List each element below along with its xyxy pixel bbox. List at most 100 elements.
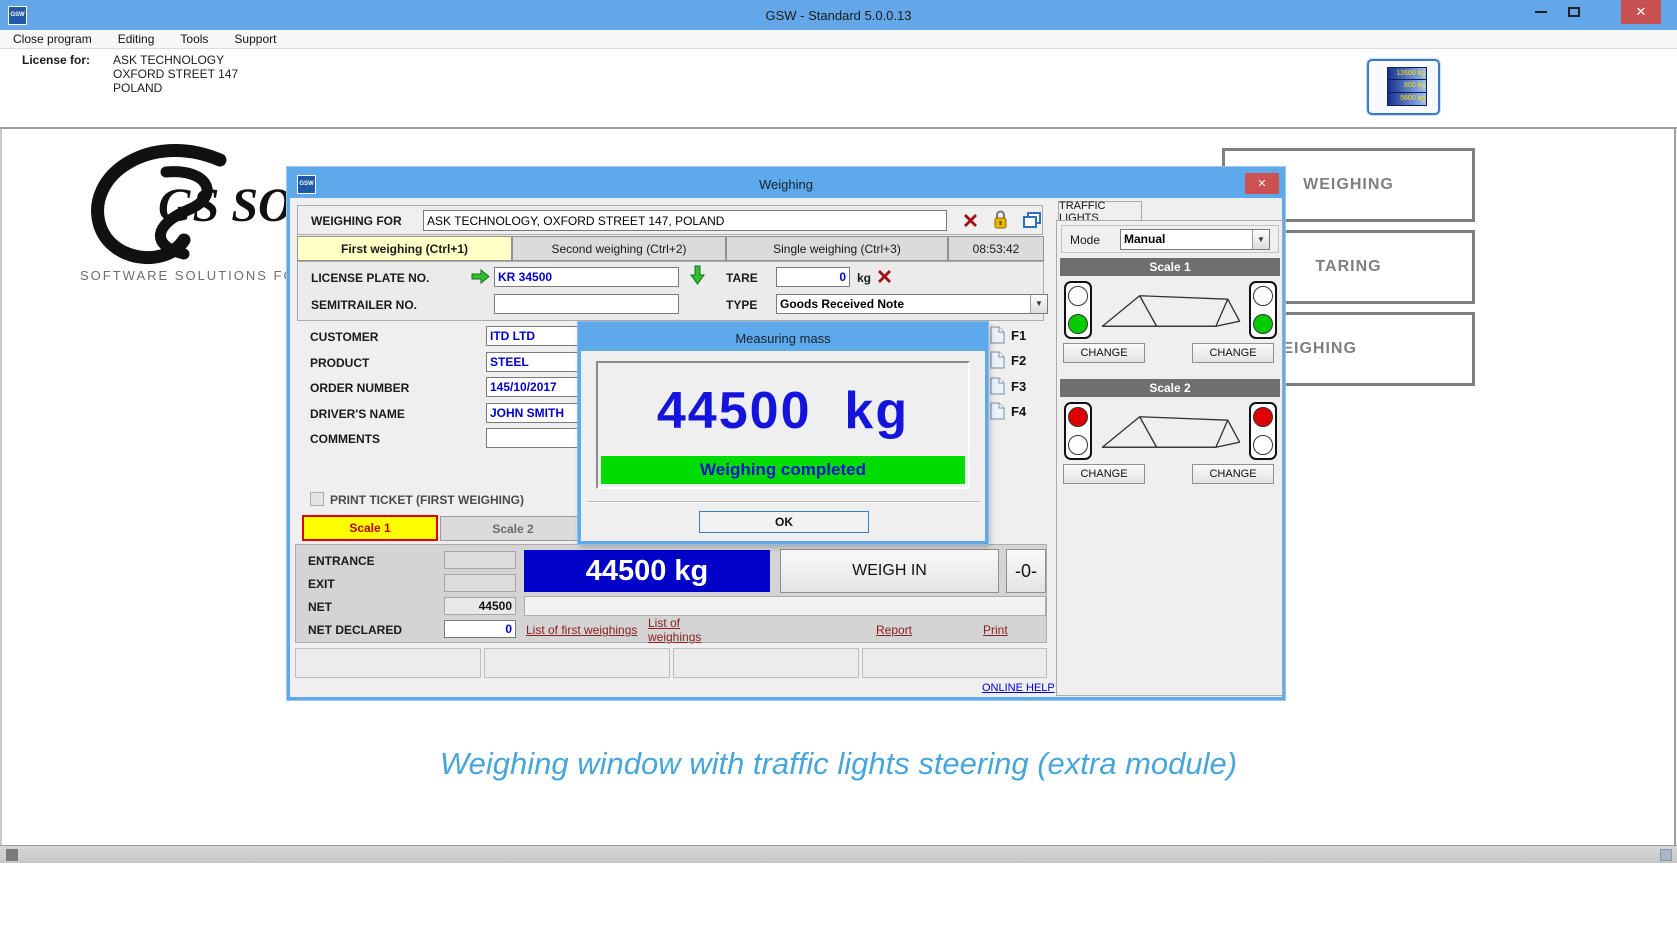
print-ticket-label: PRINT TICKET (FIRST WEIGHING) [330,493,524,507]
license-line-2: OXFORD STREET 147 [113,67,238,81]
desktop: GSW GSW - Standard 5.0.0.13 ✕ Close prog… [0,0,1677,929]
mode-select[interactable]: Manual ▼ [1120,229,1270,250]
tare-label: TARE [726,271,758,285]
tare-input[interactable] [776,267,850,287]
net-label: NET [308,600,332,614]
license-plate-label: LICENSE PLATE NO. [311,271,429,285]
traffic-lights-panel: Mode Manual ▼ Scale 1 [1056,220,1283,696]
scale-1-left-top-lamp [1068,286,1088,306]
traffic-lights-tab[interactable]: TRAFFIC LIGHTS [1058,201,1142,221]
weighing-dialog-titlebar[interactable]: GSW Weighing ✕ [290,170,1282,198]
measuring-mass-dialog: Measuring mass 44500 kg Weighing complet… [578,322,988,544]
type-dropdown-arrow-icon[interactable]: ▼ [1030,295,1047,313]
measuring-dialog-title: Measuring mass [581,331,985,346]
fkey-f2[interactable]: F2 [990,351,1026,369]
scale-2-left-traffic-light [1064,402,1092,460]
clear-tare-icon[interactable] [876,268,893,285]
menu-support[interactable]: Support [234,32,276,46]
scale-2-right-traffic-light [1249,402,1277,460]
type-label: TYPE [726,298,757,312]
dialog-divider [587,501,979,503]
caption-text: Weighing window with traffic lights stee… [0,746,1677,782]
minimize-icon[interactable] [1526,0,1556,24]
scale-2-change-right-button[interactable]: CHANGE [1192,464,1274,484]
measured-mass-panel: 44500 kg Weighing completed [596,361,970,489]
weigh-in-button[interactable]: WEIGH IN [780,549,999,593]
semitrailer-input[interactable] [494,294,679,314]
blank-function-button-1[interactable] [295,648,481,678]
scale-2-right-top-lamp [1253,407,1273,427]
report-link[interactable]: Report [876,623,912,637]
live-mass-display: 44500 kg [524,550,770,592]
mode-dropdown-arrow-icon[interactable]: ▼ [1252,230,1269,249]
scale-1-left-bottom-lamp [1068,314,1088,334]
net-declared-input[interactable] [444,620,516,638]
scale-2-change-left-button[interactable]: CHANGE [1063,464,1145,484]
ok-button[interactable]: OK [699,511,869,533]
measuring-dialog-titlebar[interactable]: Measuring mass [581,325,985,351]
scale-1-change-right-button[interactable]: CHANGE [1192,343,1274,363]
menu-close-program[interactable]: Close program [13,32,92,46]
fkey-f1[interactable]: F1 [990,326,1026,344]
document-icon [990,351,1005,369]
tab-scale-1[interactable]: Scale 1 [302,515,438,541]
list-of-first-weighings-link[interactable]: List of first weighings [526,623,637,637]
tab-single-weighing[interactable]: Single weighing (Ctrl+3) [726,236,948,261]
menu-tools[interactable]: Tools [180,32,208,46]
lock-icon[interactable] [993,209,1008,231]
license-for-label: License for: [22,53,90,67]
fkey-f3[interactable]: F3 [990,377,1026,395]
menu-editing[interactable]: Editing [118,32,155,46]
copy-icon[interactable] [1022,211,1042,229]
window-border-right [1674,129,1676,845]
measured-mass-value: 44500 kg [598,381,968,441]
print-link[interactable]: Print [983,623,1008,637]
list-of-weighings-link[interactable]: List of weighings [648,616,706,644]
type-select[interactable]: Goods Received Note ▼ [776,294,1048,314]
blank-function-button-3[interactable] [673,648,859,678]
tab-scale-2[interactable]: Scale 2 [440,516,586,541]
net-declared-label: NET DECLARED [308,623,402,637]
drivers-name-label: DRIVER'S NAME [310,407,405,421]
mode-row: Mode Manual ▼ [1061,225,1279,253]
tab-first-weighing[interactable]: First weighing (Ctrl+1) [297,236,512,261]
scale-1-right-bottom-lamp [1253,314,1273,334]
main-titlebar: GSW GSW - Standard 5.0.0.13 ✕ [0,0,1677,30]
vehicle-group: LICENSE PLATE NO. TARE kg SEMITRAILER NO… [297,261,1044,321]
weighing-for-input[interactable] [423,210,947,231]
entrance-label: ENTRANCE [308,554,375,568]
tare-unit-label: kg [857,271,871,285]
net-field: 44500 [444,597,516,615]
secondary-display-field [524,596,1046,616]
scale-1-left-traffic-light [1064,281,1092,339]
document-icon [990,402,1005,420]
window-border-left [0,129,2,845]
blank-function-button-2[interactable] [484,648,670,678]
scale-display-button[interactable]: 12600 kg 800 kg 5600 kg [1367,59,1440,115]
license-plate-input[interactable] [494,267,679,287]
header-separator [0,127,1677,129]
online-help-link[interactable]: ONLINE HELP [982,682,1055,694]
scale-1-change-left-button[interactable]: CHANGE [1063,343,1145,363]
status-strip-right-icon [1660,849,1672,861]
weighing-dialog-close-icon[interactable]: ✕ [1245,173,1279,194]
scale-2-right-bottom-lamp [1253,435,1273,455]
document-icon [990,326,1005,344]
maximize-icon[interactable] [1559,0,1589,24]
window-title: GSW - Standard 5.0.0.13 [0,8,1677,23]
bottom-status-strip [0,845,1677,863]
arrow-down-icon[interactable] [690,265,705,285]
scale-1-right-traffic-light [1249,281,1277,339]
mode-label: Mode [1070,233,1100,247]
comments-label: COMMENTS [310,432,380,446]
tab-second-weighing[interactable]: Second weighing (Ctrl+2) [512,236,726,261]
close-icon[interactable]: ✕ [1621,0,1661,24]
zero-indicator[interactable]: -0- [1006,549,1046,593]
fkey-f4[interactable]: F4 [990,402,1026,420]
blank-function-button-4[interactable] [862,648,1047,678]
clear-weighing-for-icon[interactable] [962,212,979,229]
print-ticket-checkbox[interactable] [310,492,324,506]
status-strip-left-icon [6,849,18,861]
menu-bar: Close program Editing Tools Support [0,30,1677,49]
customer-label: CUSTOMER [310,330,378,344]
